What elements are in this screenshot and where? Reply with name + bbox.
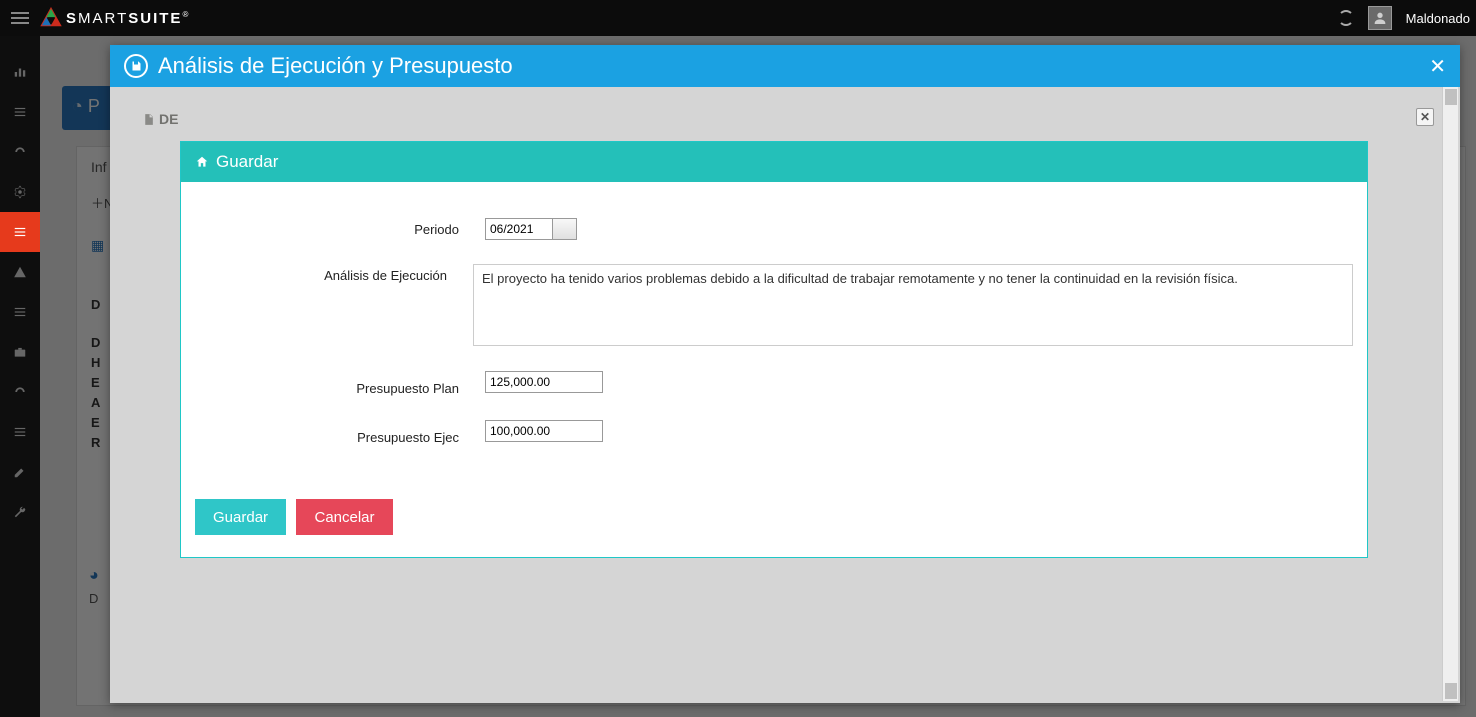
home-icon: [195, 155, 209, 169]
inner-modal-form: Periodo Análisis de Ejecución Pre: [181, 182, 1367, 557]
nav-item-gauge[interactable]: [0, 132, 40, 172]
outer-modal: Análisis de Ejecución y Presupuesto ✕ DE…: [110, 45, 1460, 703]
brand-name: SMARTSUITE®: [66, 10, 190, 27]
guardar-button[interactable]: Guardar: [195, 499, 286, 535]
inner-modal: Guardar Periodo Análisis de Ejecución: [180, 141, 1368, 558]
presupuesto-plan-input[interactable]: [485, 371, 603, 393]
nav-item-gear[interactable]: [0, 172, 40, 212]
analisis-textarea[interactable]: [473, 264, 1353, 346]
outer-modal-body: DE ✕ Guardar Periodo: [110, 87, 1460, 703]
outer-modal-save-icon: [124, 54, 148, 78]
brand-triangle-icon: [40, 7, 62, 29]
brand-logo-area[interactable]: SMARTSUITE®: [40, 7, 190, 29]
outer-modal-close-button[interactable]: ✕: [1429, 54, 1446, 79]
periodo-datepicker-button[interactable]: [553, 218, 577, 240]
inner-modal-header: Guardar: [181, 142, 1367, 182]
outer-modal-title: Análisis de Ejecución y Presupuesto: [158, 53, 513, 79]
user-name[interactable]: Maldonado: [1406, 11, 1470, 26]
nav-item-pencil[interactable]: [0, 452, 40, 492]
nav-item-wrench[interactable]: [0, 492, 40, 532]
nav-item-list-3[interactable]: [0, 412, 40, 452]
periodo-input[interactable]: [485, 218, 553, 240]
nav-item-chart[interactable]: [0, 52, 40, 92]
top-bar: SMARTSUITE® Maldonado: [0, 0, 1476, 36]
de-section-header: DE ✕: [134, 109, 1434, 129]
document-icon: [142, 113, 155, 126]
de-section-close-button[interactable]: ✕: [1416, 108, 1434, 126]
user-avatar[interactable]: [1368, 6, 1392, 30]
presupuesto-plan-label: Presupuesto Plan: [195, 371, 485, 396]
nav-item-briefcase[interactable]: [0, 332, 40, 372]
presupuesto-ejec-label: Presupuesto Ejec: [195, 420, 485, 445]
hamburger-menu-button[interactable]: [0, 0, 40, 36]
nav-item-list-2[interactable]: [0, 292, 40, 332]
nav-item-active-list[interactable]: [0, 212, 40, 252]
periodo-label: Periodo: [195, 218, 485, 237]
nav-rail: [0, 36, 40, 717]
nav-item-list-1[interactable]: [0, 92, 40, 132]
sync-icon[interactable]: [1338, 10, 1354, 26]
cancelar-button[interactable]: Cancelar: [296, 499, 392, 535]
nav-item-gauge-2[interactable]: [0, 372, 40, 412]
de-section-label: DE: [159, 111, 178, 127]
presupuesto-ejec-input[interactable]: [485, 420, 603, 442]
inner-modal-title: Guardar: [216, 152, 278, 172]
nav-item-alert[interactable]: [0, 252, 40, 292]
outer-modal-header: Análisis de Ejecución y Presupuesto ✕: [110, 45, 1460, 87]
outer-modal-scrollbar[interactable]: [1442, 87, 1458, 701]
analisis-label: Análisis de Ejecución: [195, 264, 473, 283]
